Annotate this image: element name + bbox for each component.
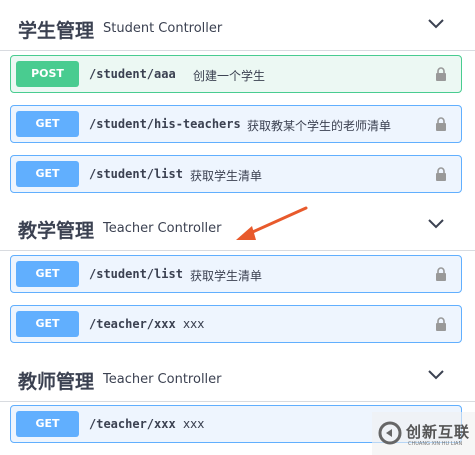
section-description: Teacher Controller	[103, 372, 222, 387]
operation-summary: 获取学生清单	[190, 169, 263, 183]
chevron-down-icon[interactable]	[427, 16, 445, 30]
operation-get-student-his-teachers[interactable]: GET /student/his-teachers 获取教某个学生的老师清单	[10, 105, 462, 143]
lock-icon[interactable]	[435, 117, 447, 132]
method-badge: GET	[16, 261, 79, 287]
method-badge: GET	[16, 411, 79, 437]
operation-path: /student/list	[89, 267, 183, 281]
chevron-down-icon[interactable]	[427, 216, 445, 230]
section-title: 学生管理	[18, 20, 95, 42]
lock-icon[interactable]	[435, 317, 447, 332]
operation-summary: xxx	[183, 317, 205, 331]
operation-summary: xxx	[183, 417, 205, 431]
method-badge: GET	[16, 311, 79, 337]
arrow-annotation	[236, 206, 308, 240]
section-description: Teacher Controller	[103, 221, 222, 236]
watermark-logo-icon	[378, 421, 402, 445]
method-badge: GET	[16, 161, 79, 187]
watermark-text: 创新互联	[406, 423, 471, 441]
operation-path: /teacher/xxx	[89, 317, 176, 331]
watermark-subtext: CHUANG XIN HU LIAN	[408, 441, 463, 447]
operation-get-student-list[interactable]: GET /student/list 获取学生清单	[10, 255, 462, 293]
section-description: Student Controller	[103, 21, 223, 36]
section-header-teacher[interactable]: 教师管理 Teacher Controller	[0, 354, 475, 402]
operation-summary: 获取学生清单	[190, 269, 263, 283]
operation-path: /student/list	[89, 167, 183, 181]
section-title: 教师管理	[18, 371, 95, 393]
operation-get-student-list[interactable]: GET /student/list 获取学生清单	[10, 155, 462, 193]
lock-icon[interactable]	[435, 67, 447, 82]
method-badge: POST	[16, 61, 79, 87]
operation-path: /student/his-teachers	[89, 117, 241, 131]
operation-path: /teacher/xxx	[89, 417, 176, 431]
watermark: 创新互联 CHUANG XIN HU LIAN	[372, 412, 475, 455]
method-badge: GET	[16, 111, 79, 137]
lock-icon[interactable]	[435, 267, 447, 282]
operation-path: /student/aaa	[89, 67, 176, 81]
section-header-student[interactable]: 学生管理 Student Controller	[0, 3, 475, 51]
lock-icon[interactable]	[435, 167, 447, 182]
operation-post-student-aaa[interactable]: POST /student/aaa 创建一个学生	[10, 55, 462, 93]
operation-summary: 获取教某个学生的老师清单	[247, 119, 392, 133]
operation-summary: 创建一个学生	[193, 69, 266, 83]
operation-get-teacher-xxx[interactable]: GET /teacher/xxx xxx	[10, 305, 462, 343]
section-title: 教学管理	[18, 220, 95, 242]
chevron-down-icon[interactable]	[427, 367, 445, 381]
